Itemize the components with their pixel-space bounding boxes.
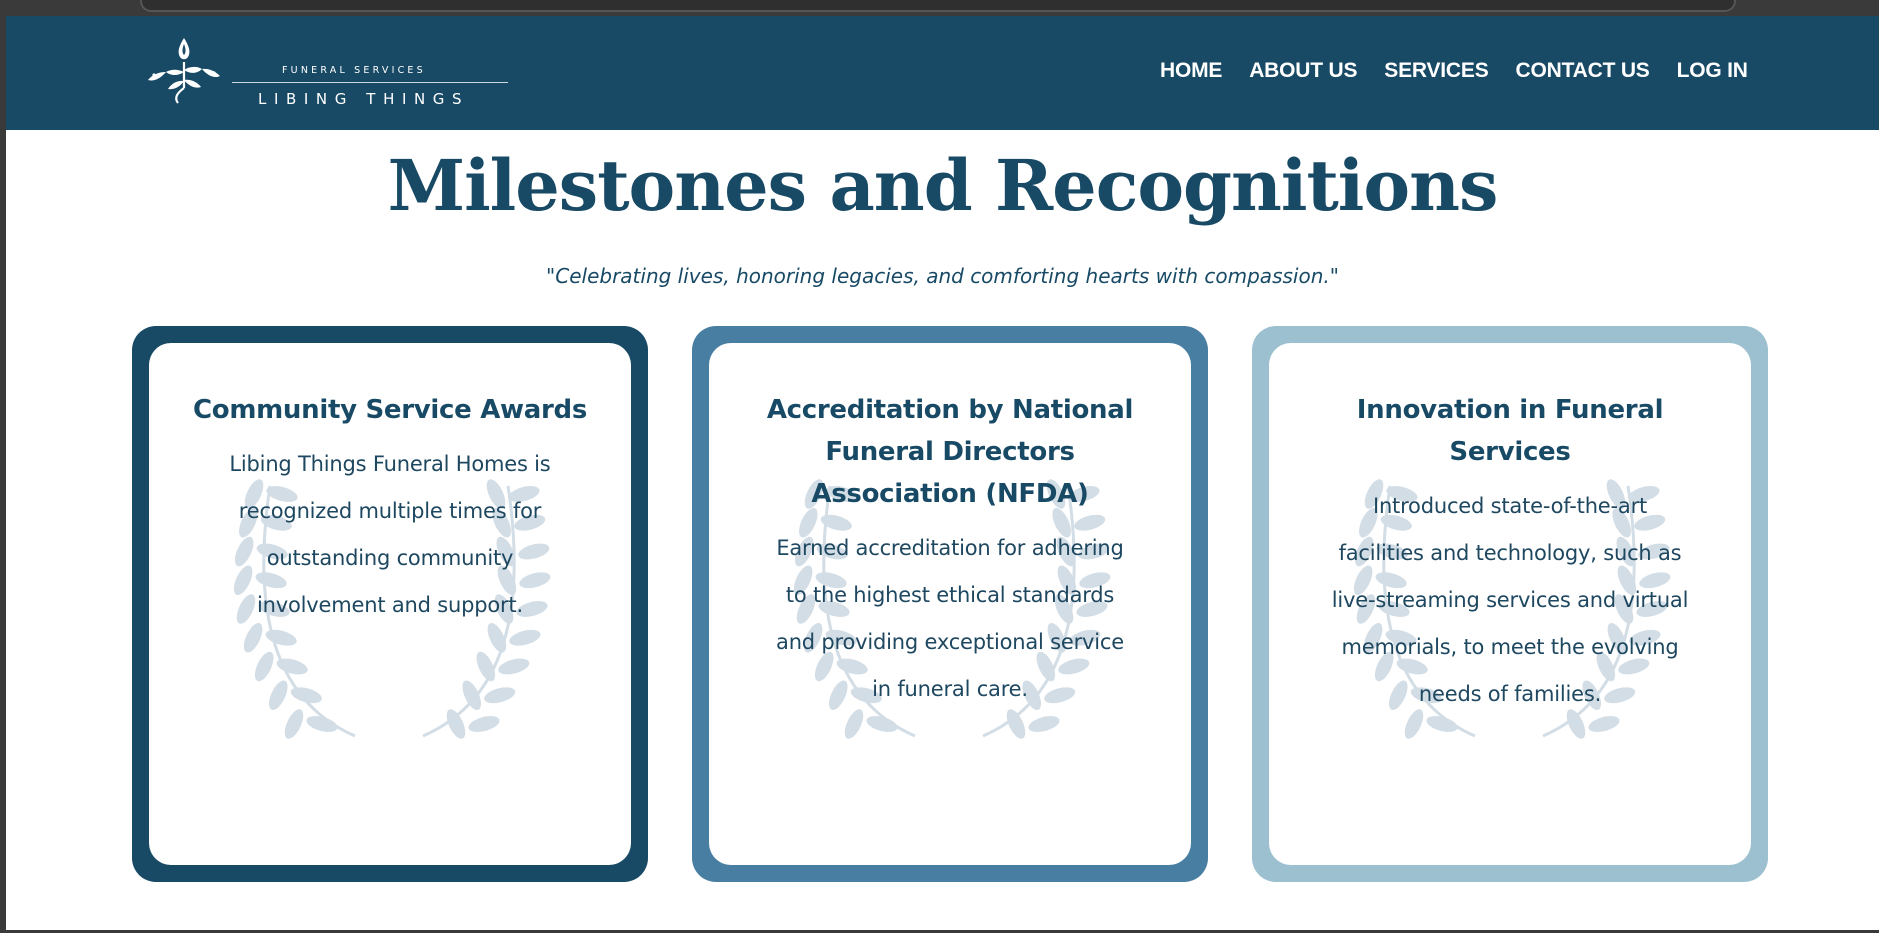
nav-contact-us[interactable]: CONTACT US: [1516, 59, 1650, 83]
card-body: Accreditation by National Funeral Direct…: [709, 343, 1191, 865]
brand-name: LIBING THINGS: [258, 90, 470, 108]
page: FUNERAL SERVICES LIBING THINGS HOME ABOU…: [6, 16, 1879, 930]
page-title: Milestones and Recognitions: [387, 144, 1499, 227]
plant-flame-icon: [148, 38, 220, 104]
logo-divider: [232, 82, 508, 83]
nav-about-us[interactable]: ABOUT US: [1249, 59, 1357, 83]
card-text: Introduced state-of-the-art facilities a…: [1331, 494, 1689, 706]
main-nav: HOME ABOUT US SERVICES CONTACT US LOG IN: [1160, 59, 1748, 83]
card-title: Community Service Awards: [192, 395, 588, 425]
card-body: Innovation in Funeral Services Introduce…: [1269, 343, 1751, 865]
card-text: Earned accreditation for adhering to the…: [776, 536, 1124, 701]
nav-log-in[interactable]: LOG IN: [1677, 59, 1748, 83]
brand-tagline: FUNERAL SERVICES: [282, 65, 426, 76]
milestone-card-accreditation: Accreditation by National Funeral Direct…: [692, 326, 1208, 882]
milestone-card-innovation: Innovation in Funeral Services Introduce…: [1252, 326, 1768, 882]
card-title: Innovation in Funeral Services: [1356, 395, 1664, 467]
card-text: Libing Things Funeral Homes is recognize…: [229, 452, 551, 617]
navbar: FUNERAL SERVICES LIBING THINGS HOME ABOU…: [6, 16, 1879, 130]
card-title: Accreditation by National Funeral Direct…: [766, 395, 1134, 509]
browser-address-bar: [140, 0, 1736, 12]
card-body: Community Service Awards Libing Things F…: [149, 343, 631, 865]
nav-services[interactable]: SERVICES: [1384, 59, 1488, 83]
milestone-card-community: Community Service Awards Libing Things F…: [132, 326, 648, 882]
nav-home[interactable]: HOME: [1160, 59, 1222, 83]
brand-logo[interactable]: FUNERAL SERVICES LIBING THINGS: [144, 36, 514, 108]
page-subtitle: "Celebrating lives, honoring legacies, a…: [546, 264, 1339, 288]
